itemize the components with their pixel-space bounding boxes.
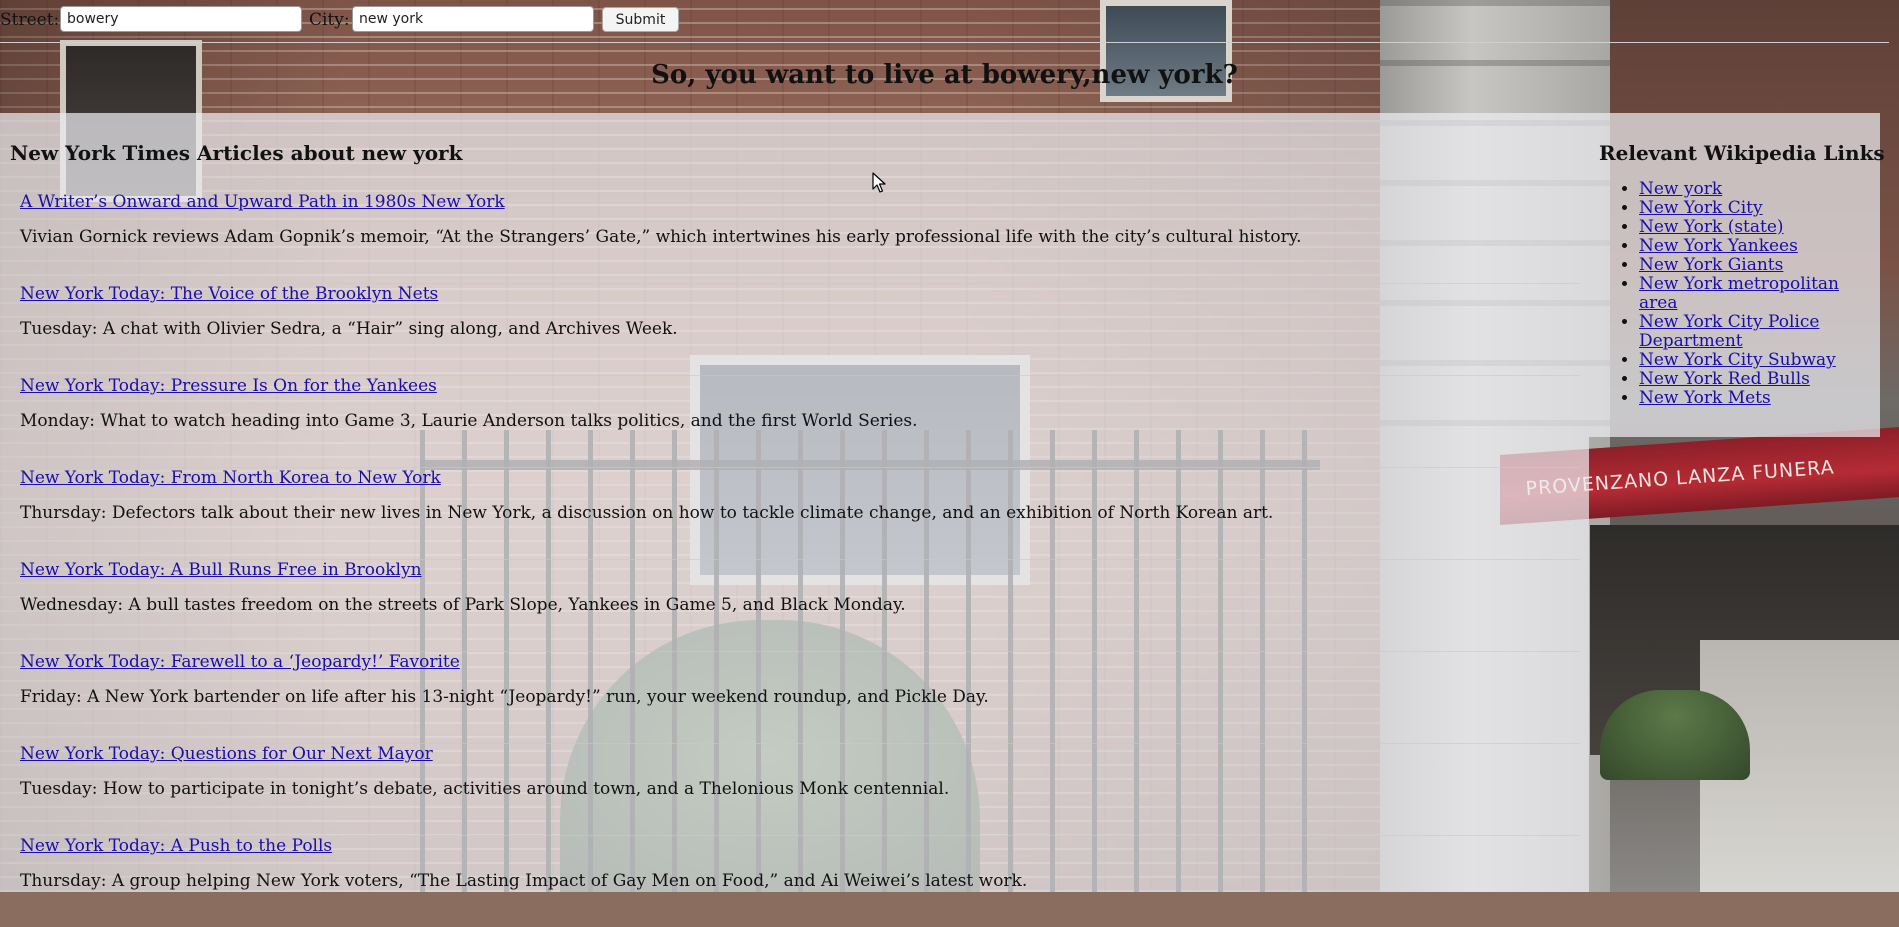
wiki-link[interactable]: New York metropolitan area (1639, 274, 1839, 313)
article-link[interactable]: New York Today: Questions for Our Next M… (20, 744, 433, 764)
article-summary: Friday: A New York bartender on life aft… (20, 687, 989, 707)
wiki-link[interactable]: New York City Police Department (1639, 312, 1819, 351)
submit-button[interactable]: Submit (602, 7, 679, 32)
wiki-link[interactable]: New York City (1639, 198, 1763, 218)
article-link[interactable]: New York Today: From North Korea to New … (20, 468, 441, 488)
wiki-list-item: New York City Police Department (1639, 313, 1869, 351)
wiki-list-item: New York metropolitan area (1639, 275, 1869, 313)
page-headline: So, you want to live at bowery,new york? (651, 60, 1238, 90)
article-item: New York Today: The Voice of the Brookly… (20, 284, 1580, 376)
wiki-link[interactable]: New York Yankees (1639, 236, 1798, 256)
article-summary: Tuesday: A chat with Olivier Sedra, a “H… (20, 319, 678, 339)
wiki-list-item: New york (1639, 180, 1869, 199)
article-link[interactable]: A Writer’s Onward and Upward Path in 198… (20, 192, 505, 212)
article-link[interactable]: New York Today: Farewell to a ‘Jeopardy!… (20, 652, 460, 672)
wiki-link[interactable]: New York Mets (1639, 388, 1771, 408)
article-item: New York Today: A Push to the Polls Thur… (20, 836, 1580, 927)
article-link[interactable]: New York Today: A Bull Runs Free in Broo… (20, 560, 422, 580)
wiki-list-item: New York Yankees (1639, 237, 1869, 256)
article-item: A Writer’s Onward and Upward Path in 198… (20, 192, 1580, 284)
street-label: Street: (0, 10, 60, 30)
wiki-list-item: New York City Subway (1639, 351, 1869, 370)
wiki-list-item: New York Red Bulls (1639, 370, 1869, 389)
article-item: New York Today: From North Korea to New … (20, 468, 1580, 560)
wiki-link[interactable]: New York (state) (1639, 217, 1784, 237)
city-input[interactable] (352, 6, 594, 32)
wiki-link[interactable]: New York City Subway (1639, 350, 1836, 370)
articles-heading: New York Times Articles about new york (10, 141, 463, 165)
article-item: New York Today: Questions for Our Next M… (20, 744, 1580, 836)
wiki-list-item: New York (state) (1639, 218, 1869, 237)
wiki-link-list: New york New York City New York (state) … (1615, 180, 1869, 408)
article-summary: Thursday: Defectors talk about their new… (20, 503, 1274, 523)
street-input[interactable] (60, 6, 302, 32)
article-link[interactable]: New York Today: Pressure Is On for the Y… (20, 376, 437, 396)
article-summary: Vivian Gornick reviews Adam Gopnik’s mem… (20, 227, 1302, 247)
wiki-list-item: New York Mets (1639, 389, 1869, 408)
article-summary: Monday: What to watch heading into Game … (20, 411, 918, 431)
article-item: New York Today: Pressure Is On for the Y… (20, 376, 1580, 468)
wiki-heading: Relevant Wikipedia Links (1599, 141, 1885, 165)
search-form: Street: City: Submit (0, 0, 1899, 40)
divider (0, 42, 1889, 43)
wiki-link[interactable]: New York Giants (1639, 255, 1783, 275)
article-summary: Thursday: A group helping New York voter… (20, 871, 1028, 891)
wiki-list-item: New York Giants (1639, 256, 1869, 275)
article-list: A Writer’s Onward and Upward Path in 198… (20, 192, 1580, 927)
article-item: New York Today: A Bull Runs Free in Broo… (20, 560, 1580, 652)
wiki-list-item: New York City (1639, 199, 1869, 218)
city-label: City: (309, 10, 350, 30)
article-link[interactable]: New York Today: The Voice of the Brookly… (20, 284, 438, 304)
article-summary: Tuesday: How to participate in tonight’s… (20, 779, 950, 799)
wiki-link[interactable]: New york (1639, 179, 1722, 199)
wiki-link[interactable]: New York Red Bulls (1639, 369, 1810, 389)
article-link[interactable]: New York Today: A Push to the Polls (20, 836, 332, 856)
article-summary: Wednesday: A bull tastes freedom on the … (20, 595, 906, 615)
article-item: New York Today: Farewell to a ‘Jeopardy!… (20, 652, 1580, 744)
